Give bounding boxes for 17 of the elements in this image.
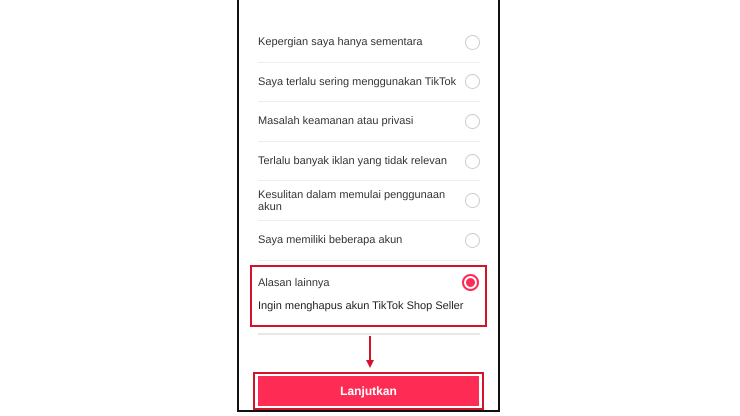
reason-label: Kesulitan dalam memulai penggunaan akun bbox=[258, 188, 446, 213]
reason-label: Saya terlalu sering menggunakan TikTok bbox=[258, 76, 456, 88]
reason-label: Alasan lainnya bbox=[258, 276, 330, 289]
radio-button[interactable] bbox=[465, 74, 480, 90]
radio-button[interactable] bbox=[465, 154, 480, 169]
radio-button[interactable] bbox=[462, 274, 479, 292]
radio-button[interactable] bbox=[465, 193, 480, 208]
reason-text-field[interactable]: Ingin menghapus akun TikTok Shop Seller bbox=[258, 300, 479, 312]
radio-button[interactable] bbox=[465, 114, 480, 129]
reason-label: Terlalu banyak iklan yang tidak relevan bbox=[258, 155, 447, 168]
continue-button[interactable]: Lanjutkan bbox=[258, 376, 479, 406]
reason-label: Saya memiliki beberapa akun bbox=[258, 234, 402, 246]
radio-button[interactable] bbox=[465, 34, 480, 50]
down-arrow bbox=[364, 336, 374, 368]
reason-label: Masalah keamanan atau privasi bbox=[258, 115, 414, 128]
reason-label: Kepergian saya hanya sementara bbox=[258, 36, 422, 48]
radio-button[interactable] bbox=[465, 232, 480, 248]
